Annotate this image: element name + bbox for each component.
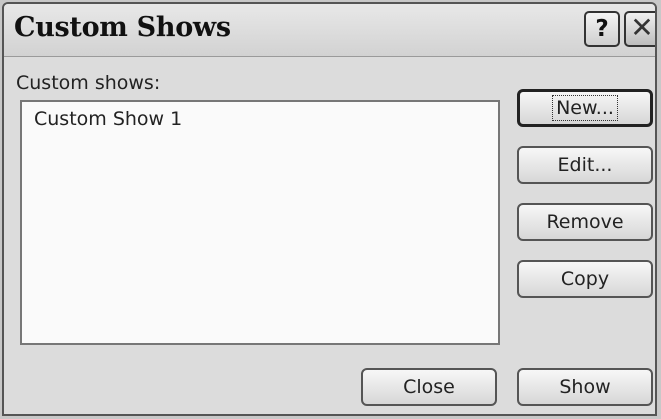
custom-shows-label: Custom shows:: [16, 72, 161, 94]
custom-shows-list[interactable]: Custom Show 1: [20, 100, 500, 345]
edit-button[interactable]: Edit...: [517, 146, 653, 184]
new-button-label: New...: [552, 95, 618, 121]
show-button-label: Show: [559, 376, 611, 398]
close-button-label: Close: [403, 376, 455, 398]
copy-button-label: Copy: [560, 268, 610, 290]
close-button[interactable]: Close: [361, 368, 497, 406]
dialog-title: Custom Shows: [14, 12, 231, 43]
help-icon[interactable]: ?: [584, 11, 620, 47]
close-icon[interactable]: ✕: [624, 11, 655, 47]
remove-button-label: Remove: [546, 211, 624, 233]
edit-button-label: Edit...: [557, 154, 613, 176]
new-button[interactable]: New...: [517, 89, 653, 127]
custom-shows-dialog: Custom Shows ? ✕ Custom shows: Custom Sh…: [2, 2, 657, 416]
list-item[interactable]: Custom Show 1: [34, 108, 182, 130]
title-bar[interactable]: Custom Shows ? ✕: [4, 4, 655, 57]
copy-button[interactable]: Copy: [517, 260, 653, 298]
show-button[interactable]: Show: [517, 368, 653, 406]
remove-button[interactable]: Remove: [517, 203, 653, 241]
